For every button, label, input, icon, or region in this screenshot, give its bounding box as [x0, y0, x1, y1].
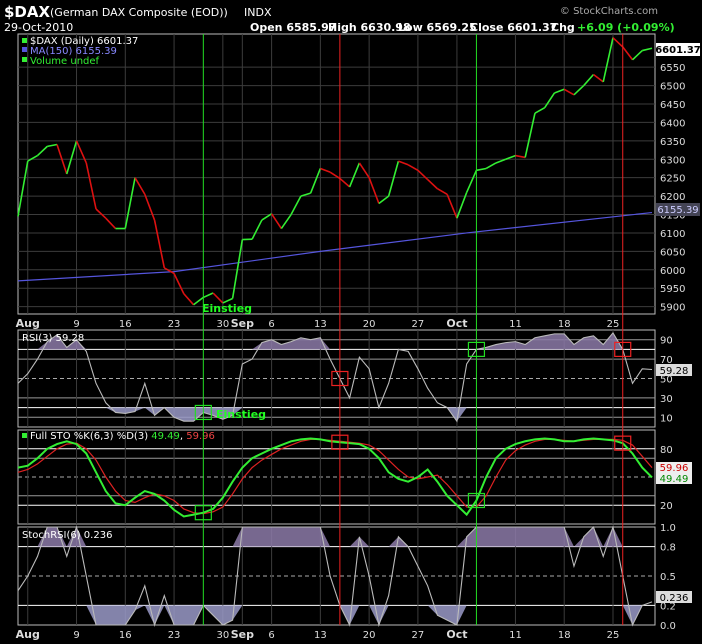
xtick-27: 27 [412, 630, 425, 641]
symbol: $DAX [4, 3, 50, 21]
chart-date: 29-Oct-2010 [4, 21, 73, 34]
stochrsi-ytick-0.5: 0.5 [660, 572, 676, 583]
xtick-9: 9 [73, 319, 79, 330]
stochrsi-ytick-1.0: 1.0 [660, 523, 676, 534]
price-ytick-6200: 6200 [660, 192, 685, 203]
xtick-20: 20 [363, 630, 376, 641]
xtick-Sep: Sep [231, 628, 254, 641]
xtick-16: 16 [119, 630, 132, 641]
stochrsi-ytick-0.0: 0.0 [660, 621, 676, 632]
xtick-18: 18 [558, 630, 571, 641]
price-last-label: 6601.37 [655, 43, 701, 56]
legend-volume: Volume undef [30, 56, 100, 67]
xtick-Sep: Sep [231, 317, 254, 330]
xtick-Oct: Oct [446, 317, 467, 330]
close-value: Close 6601.37 [470, 21, 557, 34]
chg-value: +6.09 (+0.09%) [577, 21, 675, 34]
price-ytick-6500: 6500 [660, 82, 685, 93]
symbol-name: (German DAX Composite (EOD)) [50, 6, 228, 19]
price-ytick-6450: 6450 [660, 100, 685, 111]
xtick-13: 13 [314, 630, 327, 641]
xtick-25: 25 [607, 630, 620, 641]
open-value: Open 6585.97 [250, 21, 336, 34]
sto-k-last-label: 49.49 [656, 473, 692, 485]
price-ytick-6550: 6550 [660, 63, 685, 74]
sto-title: Full STO %K(6,3) %D(3) 49.49, 59.96 [30, 431, 215, 442]
rsi-ytick-10: 10 [660, 413, 673, 424]
rsi-last-value: 59.28 [660, 366, 689, 377]
xtick-6: 6 [268, 319, 274, 330]
xtick-Oct: Oct [446, 628, 467, 641]
chg-label: Chg [551, 21, 575, 34]
price-last-value: 6601.37 [655, 45, 701, 56]
watermark: © StockCharts.com [560, 6, 658, 17]
sto-ytick-80: 80 [660, 445, 673, 456]
xtick-23: 23 [168, 319, 181, 330]
xtick-30: 30 [216, 319, 229, 330]
rsi-last-label: 59.28 [656, 364, 692, 377]
price-ytick-5950: 5950 [660, 284, 685, 295]
einstieg-label-price: Einstieg [202, 302, 252, 315]
price-ytick-6250: 6250 [660, 174, 685, 185]
price-ytick-6100: 6100 [660, 229, 685, 240]
price-ytick-5900: 5900 [660, 303, 685, 314]
stochrsi-ytick-0.8: 0.8 [660, 543, 676, 554]
sto-k-last-value: 49.49 [660, 474, 689, 485]
xtick-6: 6 [268, 630, 274, 641]
rsi-ytick-30: 30 [660, 394, 673, 405]
rsi-title: RSI(3) 59.28 [22, 333, 84, 344]
stock-chart: $DAX (German DAX Composite (EOD)) INDX ©… [0, 0, 702, 644]
xtick-23: 23 [168, 630, 181, 641]
price-ytick-6300: 6300 [660, 155, 685, 166]
stochrsi-title: StochRSI(6) 0.236 [22, 530, 112, 541]
price-ytick-6050: 6050 [660, 247, 685, 258]
einstieg-label-rsi: Einstieg [216, 408, 266, 421]
ma-last-value: 6155.39 [657, 205, 698, 216]
price-ytick-6350: 6350 [660, 137, 685, 148]
price-ytick-6000: 6000 [660, 266, 685, 277]
xtick-18: 18 [558, 319, 571, 330]
stochrsi-last-label: 0.236 [656, 591, 692, 604]
stochrsi-last-value: 0.236 [660, 593, 689, 604]
xtick-Aug: Aug [16, 628, 40, 641]
exchange: INDX [244, 6, 272, 19]
xtick-27: 27 [412, 319, 425, 330]
price-ytick-6400: 6400 [660, 118, 685, 129]
sto-d-last-label: 59.96 [656, 462, 692, 474]
xtick-16: 16 [119, 319, 132, 330]
xtick-11: 11 [509, 319, 522, 330]
xtick-30: 30 [216, 630, 229, 641]
xtick-9: 9 [73, 630, 79, 641]
xtick-25: 25 [607, 319, 620, 330]
xtick-Aug: Aug [16, 317, 40, 330]
sto-legend: Full STO %K(6,3) %D(3) 49.49, 59.96 [22, 431, 215, 442]
sto-ytick-20: 20 [660, 501, 673, 512]
xtick-13: 13 [314, 319, 327, 330]
xtick-20: 20 [363, 319, 376, 330]
ma-last-label: 6155.39 [656, 203, 700, 216]
sto-d-last-value: 59.96 [660, 463, 689, 474]
low-value: Low 6569.25 [398, 21, 477, 34]
rsi-ytick-90: 90 [660, 336, 673, 347]
xtick-11: 11 [509, 630, 522, 641]
